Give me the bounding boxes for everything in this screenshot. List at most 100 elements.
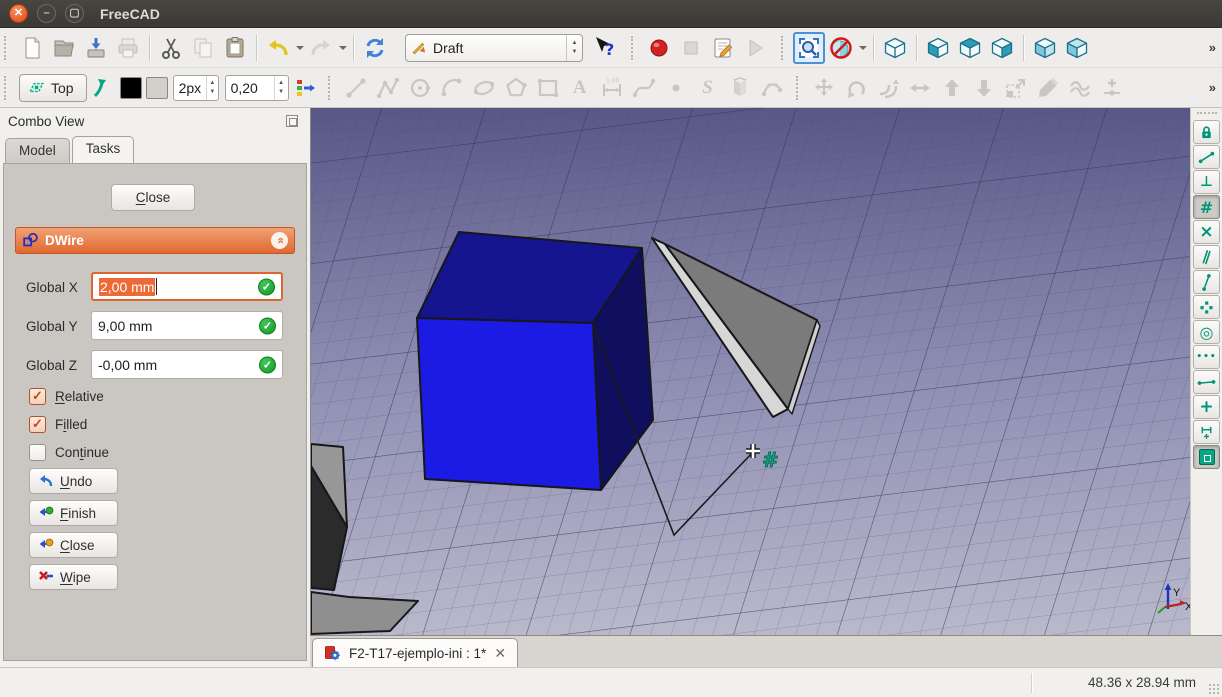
line-color-swatch[interactable] [120,77,142,99]
float-panel-icon[interactable] [286,115,298,127]
dwire-header[interactable]: DWire » [15,227,295,254]
global-y-input[interactable]: 9,00 mm [91,311,283,340]
whats-this-button[interactable] [589,32,621,64]
draft-move-button[interactable] [808,72,840,104]
snap-midpoint-button[interactable] [1193,295,1220,319]
macro-run-button[interactable] [739,32,771,64]
snap-extension-button[interactable]: + [1193,395,1220,419]
workbench-spinner[interactable]: ▲▼ [566,35,582,61]
continue-checkbox[interactable] [29,444,46,461]
task-close-button[interactable]: Close [111,184,195,211]
macro-stop-button[interactable] [675,32,707,64]
new-document-button[interactable] [16,32,48,64]
snap-lock-button[interactable] [1193,120,1220,144]
toolbar-drag-handle[interactable] [631,36,639,60]
snap-parallel-button[interactable]: ∥ [1193,245,1220,269]
open-document-button[interactable] [48,32,80,64]
print-button[interactable] [112,32,144,64]
toolbar-drag-handle[interactable] [328,76,336,100]
filled-checkbox[interactable] [29,416,46,433]
snap-center-button[interactable]: ◎ [1193,320,1220,344]
draft-point-button[interactable] [660,72,692,104]
undo-dropdown[interactable] [294,32,305,64]
tab-tasks[interactable]: Tasks [72,136,135,163]
draft-polygon-button[interactable] [500,72,532,104]
toolbar-overflow-chevron[interactable]: » [1209,80,1214,95]
view-front-button[interactable] [922,32,954,64]
draft-bspline-button[interactable] [628,72,660,104]
view-axonometric-button[interactable] [879,32,911,64]
toolbar-drag-handle[interactable] [4,36,12,60]
draft-shapestring-button[interactable]: S [692,72,724,104]
undo-button[interactable] [262,32,294,64]
copy-button[interactable] [187,32,219,64]
collapse-section-icon[interactable]: » [271,232,288,249]
draft-add-point-button[interactable] [1096,72,1128,104]
window-maximize-button[interactable]: ▢ [65,4,84,23]
fit-all-button[interactable] [793,32,825,64]
workbench-selector[interactable]: Draft ▲▼ [405,34,583,62]
global-x-input[interactable]: 2,00 mm [91,272,283,301]
draft-upgrade-button[interactable] [936,72,968,104]
view-bottom-button[interactable] [1061,32,1093,64]
draft-arc-button[interactable] [436,72,468,104]
macro-record-button[interactable] [643,32,675,64]
macro-edit-button[interactable] [707,32,739,64]
document-tab-close-icon[interactable]: ✕ [494,646,506,662]
close-task-button[interactable]: Close [29,532,118,558]
filled-checkbox-row[interactable]: Filled [29,414,87,434]
snap-intersection-button[interactable]: × [1193,220,1220,244]
snap-ortho-button[interactable]: ••• [1193,345,1220,369]
finish-task-button[interactable]: Finish [29,500,118,526]
view-top-button[interactable] [954,32,986,64]
relative-checkbox[interactable] [29,388,46,405]
snap-angle-button[interactable] [1193,370,1220,394]
snap-dimensions-button[interactable] [1193,420,1220,444]
draft-trimex-button[interactable] [904,72,936,104]
draft-downgrade-button[interactable] [968,72,1000,104]
toolbar-drag-handle[interactable] [796,76,804,100]
snap-working-plane-button[interactable] [1193,445,1220,469]
tab-model[interactable]: Model [5,138,70,163]
draw-style-button[interactable] [825,32,857,64]
resize-grip[interactable] [1208,683,1220,695]
redo-button[interactable] [305,32,337,64]
draw-style-dropdown[interactable] [857,32,868,64]
draft-rotate-button[interactable] [840,72,872,104]
snap-near-button[interactable] [1193,145,1220,169]
continue-checkbox-row[interactable]: Continue [29,442,109,462]
scale-spinbox[interactable]: 0,20 ▲▼ [225,75,289,101]
global-z-input[interactable]: -0,00 mm [91,350,283,379]
view-rear-button[interactable] [1029,32,1061,64]
line-width-spinner[interactable]: ▲▼ [206,76,217,100]
paste-button[interactable] [219,32,251,64]
snap-grid-button[interactable]: # [1193,195,1220,219]
draft-scale-button[interactable] [1000,72,1032,104]
snap-perpendicular-button[interactable]: ⊥ [1193,170,1220,194]
draft-rectangle-button[interactable] [532,72,564,104]
draft-bezier-button[interactable] [756,72,788,104]
save-document-button[interactable] [80,32,112,64]
draft-line-button[interactable] [340,72,372,104]
snap-toggle-button[interactable] [90,72,118,104]
wipe-task-button[interactable]: Wipe [29,564,118,590]
scale-spinner[interactable]: ▲▼ [274,76,288,100]
draft-wire-to-bspline-button[interactable] [1064,72,1096,104]
window-minimize-button[interactable]: – [37,4,56,23]
toolbar-overflow-chevron[interactable]: » [1209,40,1214,55]
draft-dimension-button[interactable] [596,72,628,104]
draft-edit-button[interactable] [1032,72,1064,104]
draft-circle-button[interactable] [404,72,436,104]
view-right-button[interactable] [986,32,1018,64]
draft-text-button[interactable]: A [564,72,596,104]
document-tab[interactable]: F2-T17-ejemplo-ini : 1* ✕ [312,638,518,668]
draft-wire-button[interactable] [372,72,404,104]
apply-style-button[interactable] [292,72,320,104]
undo-task-button[interactable]: Undo [29,468,118,494]
3d-viewport[interactable]: # Y X [310,108,1190,635]
refresh-button[interactable] [359,32,391,64]
toolbar-drag-handle[interactable] [1197,112,1217,118]
toolbar-drag-handle[interactable] [781,36,789,60]
cut-button[interactable] [155,32,187,64]
draft-facebinder-button[interactable] [724,72,756,104]
